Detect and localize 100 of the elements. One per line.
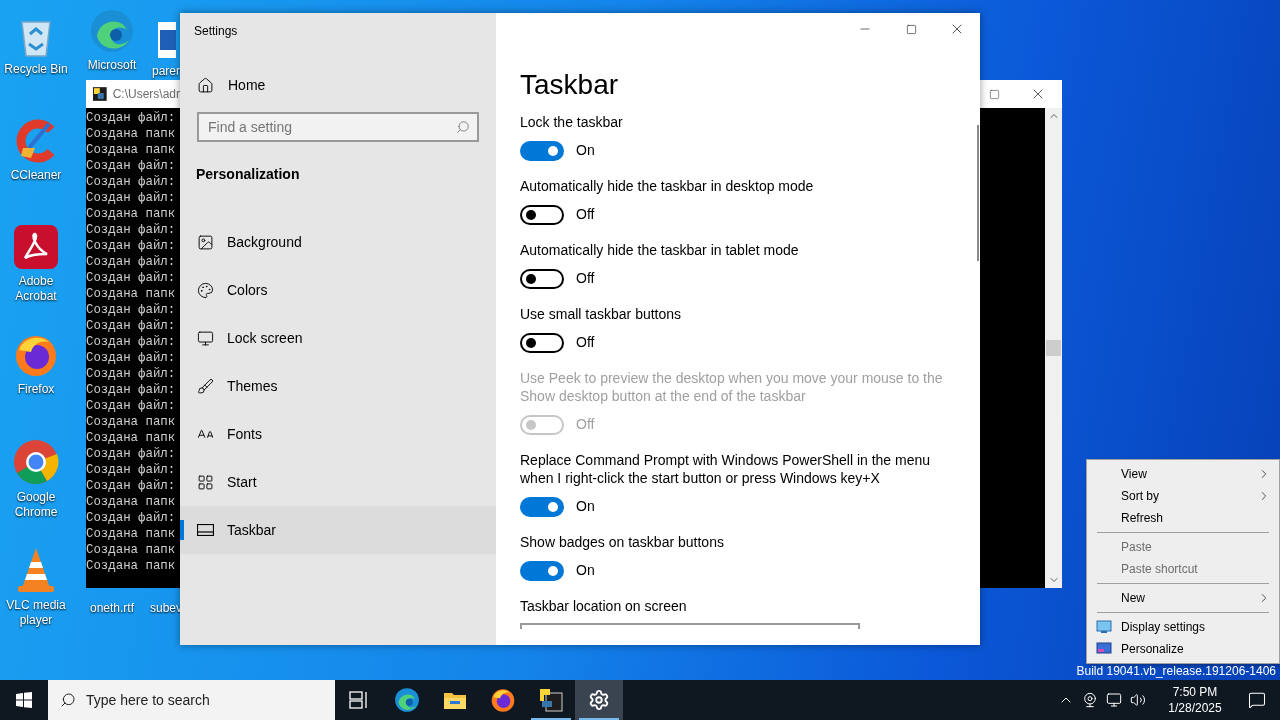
- toggle-state-text: Off: [576, 333, 595, 352]
- menu-item[interactable]: Sort by: [1087, 485, 1279, 507]
- maximize-icon: [988, 88, 1000, 100]
- menu-item[interactable]: Personalize: [1087, 638, 1279, 660]
- console-output-line: Создана папк: [86, 558, 177, 574]
- menu-item[interactable]: Display settings: [1087, 616, 1279, 638]
- edge-browser-icon: [89, 8, 135, 54]
- monitor-icon: [196, 329, 214, 347]
- build-version-text: Build 19041.vb_release.191206-1406: [1076, 664, 1276, 679]
- toggle-switch[interactable]: [520, 204, 564, 225]
- scrollbar[interactable]: [1045, 108, 1062, 588]
- console-output-line: Создана папк: [86, 286, 177, 302]
- setting-label: Replace Command Prompt with Windows PowerShell in the menu when I right-click the start button or press Windows key+X: [520, 451, 932, 487]
- console-output-line: Создана папк: [86, 414, 177, 430]
- toggle-state-text: On: [576, 561, 595, 580]
- setting-subheading: Taskbar location on screen: [520, 597, 688, 615]
- console-output-line: Создана папк: [86, 494, 177, 510]
- search-icon: [60, 692, 76, 708]
- taskbar-icon: [196, 524, 214, 536]
- grid-icon: [196, 473, 214, 491]
- toggle-state-text: Off: [576, 415, 595, 434]
- webcam-icon[interactable]: [1082, 692, 1098, 708]
- console-output-line: Создана папк: [86, 526, 177, 542]
- nav-item[interactable]: Lock screen: [180, 314, 496, 362]
- nav-item[interactable]: Fonts: [180, 410, 496, 458]
- console-output-line: Создан файл:: [86, 318, 177, 334]
- document-icon: [156, 20, 176, 60]
- console-output-line: Создана папк: [86, 142, 177, 158]
- home-icon: [197, 76, 214, 94]
- menu-item[interactable]: View: [1087, 463, 1279, 485]
- brush-icon: [196, 377, 214, 395]
- console-output-line: Создан файл:: [86, 382, 177, 398]
- console-output-line: Создан файл:: [86, 446, 177, 462]
- setting-label: Automatically hide the taskbar in tablet mode: [520, 241, 800, 259]
- toggle-switch[interactable]: [520, 496, 564, 517]
- taskbar-app-button[interactable]: [575, 680, 623, 720]
- toggle-switch[interactable]: [520, 140, 564, 161]
- page-title: Taskbar: [520, 68, 620, 102]
- firefox-icon: [490, 687, 516, 713]
- console-output-line: Создан файл:: [86, 462, 177, 478]
- maximize-icon: [905, 23, 917, 35]
- clock-button[interactable]: 7:50 PM 1/28/2025: [1156, 684, 1234, 716]
- toggle-state-text: On: [576, 497, 595, 516]
- chrome-icon: [12, 438, 60, 486]
- console-output-line: Создана папк: [86, 206, 177, 222]
- nav-item[interactable]: Start: [180, 458, 496, 506]
- console-window-title: C:\Users\adr: [112, 86, 180, 103]
- volume-icon[interactable]: [1130, 692, 1146, 708]
- console-output-line: Создан файл:: [86, 270, 177, 286]
- acrobat-icon: [13, 224, 59, 270]
- console-output-line: Создана папк: [86, 542, 177, 558]
- console-output-line: Создан файл:: [86, 238, 177, 254]
- personalize-icon: [1096, 642, 1112, 656]
- settings-icon: [588, 689, 610, 711]
- menu-item[interactable]: Refresh: [1087, 507, 1279, 529]
- nav-item[interactable]: Taskbar: [180, 506, 496, 554]
- windows-logo-icon: [16, 692, 32, 708]
- console-output-line: Создан файл:: [86, 222, 177, 238]
- console-output-line: Создан файл:: [86, 334, 177, 350]
- toggle-switch[interactable]: [520, 560, 564, 581]
- image-icon: [196, 233, 214, 251]
- monitor-icon: [1096, 620, 1112, 634]
- nav-item[interactable]: Colors: [180, 266, 496, 314]
- search-field[interactable]: Find a setting: [197, 112, 479, 142]
- menu-item[interactable]: New: [1087, 587, 1279, 609]
- section-heading: Personalization: [195, 165, 301, 184]
- setting-label: Show badges on taskbar buttons: [520, 533, 725, 551]
- dropdown-field[interactable]: [520, 623, 860, 629]
- nav-item[interactable]: Themes: [180, 362, 496, 410]
- console-output-line: Создан файл:: [86, 398, 177, 414]
- toggle-switch[interactable]: [520, 332, 564, 353]
- scrollbar-thumb[interactable]: [1046, 340, 1061, 356]
- console-app-icon: [92, 86, 108, 102]
- scrollbar-thumb[interactable]: [977, 125, 979, 261]
- console-output-line: Создан файл:: [86, 350, 177, 366]
- console-output-line: Создан файл:: [86, 190, 177, 206]
- console-output-line: Создана папк: [86, 430, 177, 446]
- console-output-line: Создан файл:: [86, 174, 177, 190]
- taskbar-search-field[interactable]: Type here to search: [48, 680, 335, 720]
- home-link[interactable]: Home: [180, 67, 496, 103]
- task-view-icon: [349, 691, 369, 709]
- console-output-line: Создана папк: [86, 126, 177, 142]
- console-output-line: Создан файл:: [86, 366, 177, 382]
- console-output-line: Создан файл:: [86, 158, 177, 174]
- network-icon[interactable]: [1106, 692, 1122, 708]
- window-title: Settings: [193, 23, 239, 40]
- palette-icon: [196, 281, 214, 299]
- python-console-icon: [538, 687, 564, 713]
- nav-item[interactable]: Background: [180, 218, 496, 266]
- notification-icon: [1248, 691, 1266, 709]
- console-output-line: Создан файл:: [86, 302, 177, 318]
- console-output-line: Создан файл:: [86, 510, 177, 526]
- console-output-line: Создан файл:: [86, 478, 177, 494]
- setting-label: Lock the taskbar: [520, 113, 624, 131]
- toggle-state-text: Off: [576, 269, 595, 288]
- setting-label: Use small taskbar buttons: [520, 305, 683, 323]
- setting-label: Use Peek to preview the desktop when you move your mouse to the Show desktop button at the end of the taskbar: [520, 369, 944, 405]
- search-icon: [456, 120, 470, 134]
- toggle-state-text: Off: [576, 205, 595, 224]
- toggle-switch[interactable]: [520, 268, 564, 289]
